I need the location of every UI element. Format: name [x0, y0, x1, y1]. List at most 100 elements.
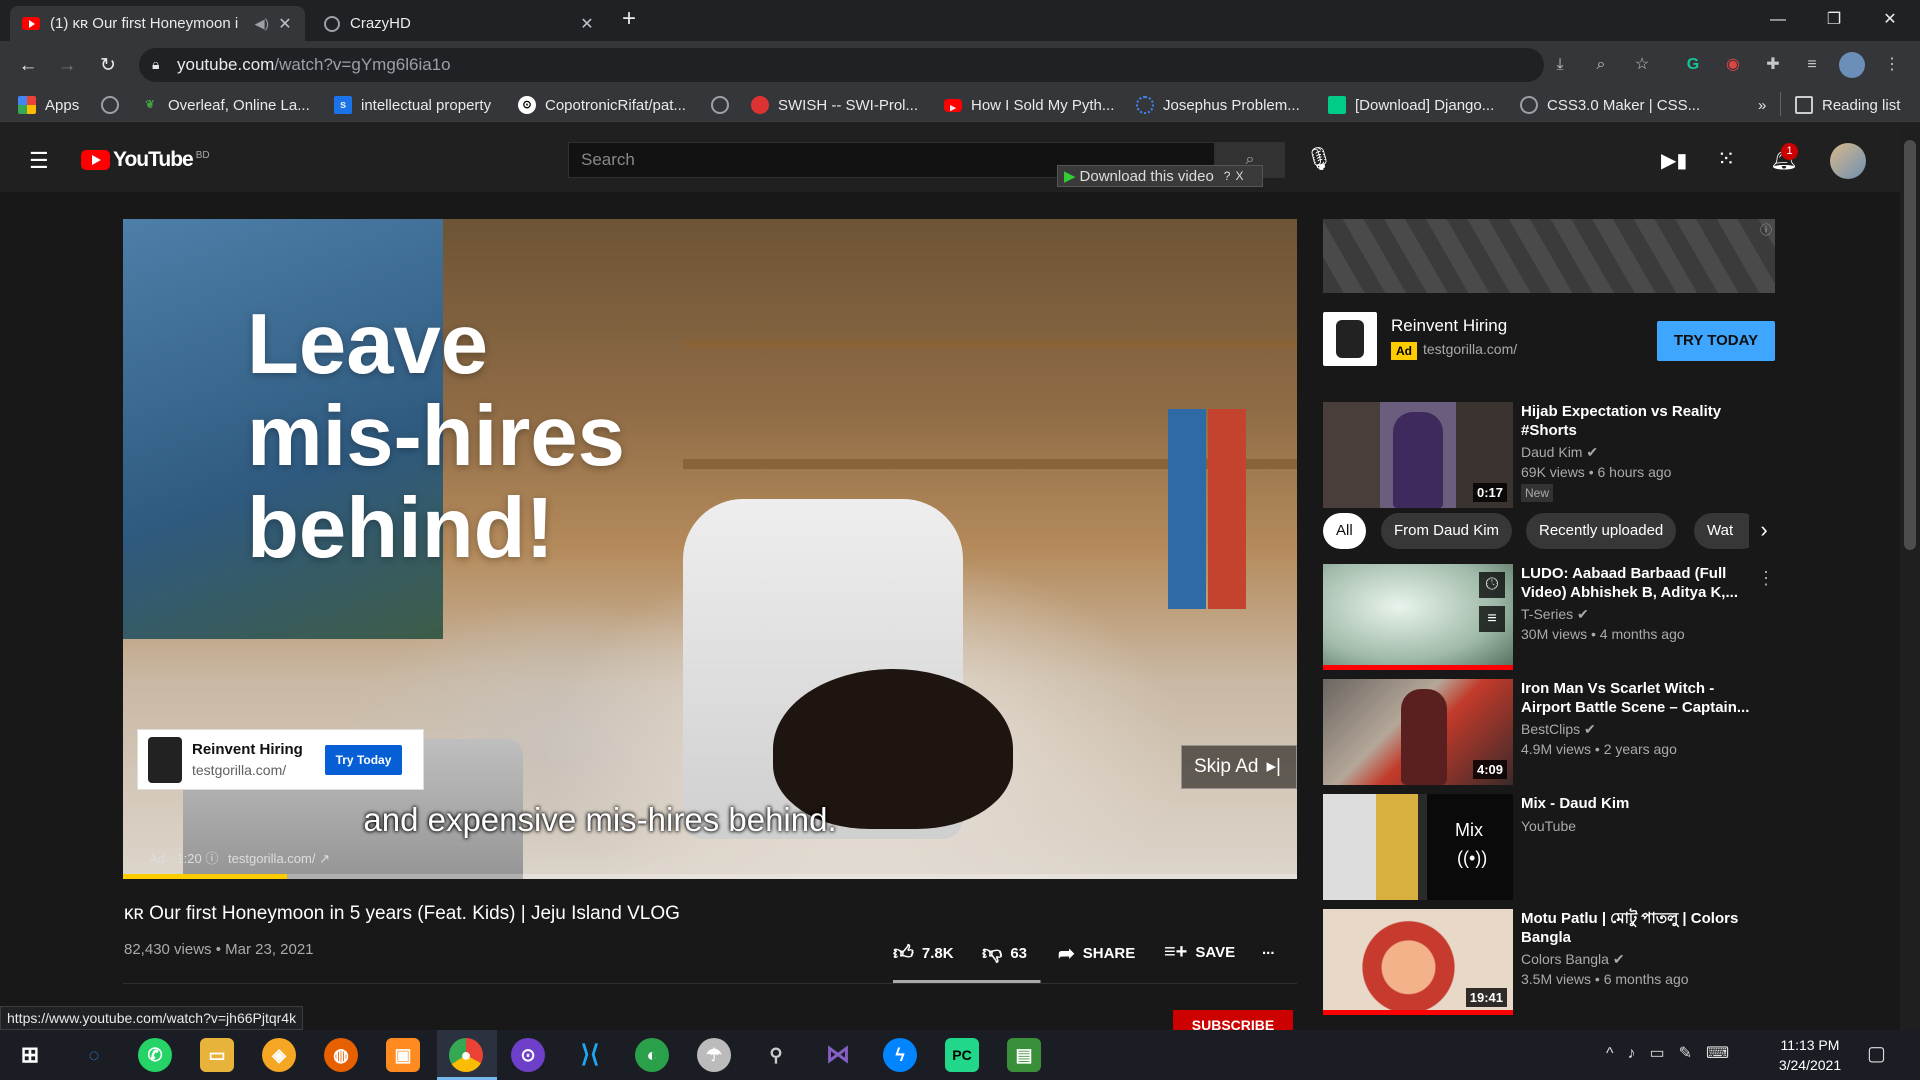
skip-ad-button[interactable]: Skip Ad ▸|	[1181, 745, 1297, 789]
page-scrollbar[interactable]	[1900, 122, 1920, 1030]
install-icon[interactable]: ⤓	[1547, 52, 1573, 78]
avatar[interactable]	[1830, 143, 1866, 179]
external-link-icon[interactable]: ↗	[319, 851, 330, 866]
messenger-icon[interactable]: ϟ	[883, 1038, 917, 1072]
keyboard-icon[interactable]: ⌨	[1706, 1045, 1743, 1062]
channel-name[interactable]: BestClips ✔	[1521, 721, 1596, 738]
chip-recently-uploaded[interactable]: Recently uploaded	[1526, 513, 1677, 549]
umbrella-app-icon[interactable]: ☂	[697, 1038, 731, 1072]
satellite-icon[interactable]: ⚲	[759, 1038, 793, 1072]
more-options-icon[interactable]: ⋮	[1757, 568, 1775, 589]
volume-icon[interactable]: ♪	[1628, 1045, 1650, 1062]
windows-start-icon[interactable]: ⊞	[13, 1038, 47, 1072]
ad-banner[interactable]	[1323, 219, 1775, 293]
github-desktop-icon[interactable]: ⊙	[511, 1038, 545, 1072]
forward-icon[interactable]: →	[53, 52, 81, 80]
video-thumbnail[interactable]: 19:41	[1323, 909, 1513, 1015]
pen-icon[interactable]: ✎	[1679, 1045, 1706, 1062]
youtube-logo[interactable]: YouTube BD	[81, 148, 210, 172]
hamburger-menu-icon[interactable]: ☰	[29, 148, 49, 174]
zoom-icon[interactable]: ⌕	[1588, 52, 1614, 78]
reload-icon[interactable]: ↻	[94, 52, 122, 80]
scrollbar-thumb[interactable]	[1904, 140, 1916, 550]
bookmark-django[interactable]: [Download] Django...	[1328, 94, 1494, 116]
chevron-right-icon[interactable]: ›	[1749, 513, 1779, 549]
extension-icon[interactable]: ◉	[1720, 52, 1746, 78]
chevron-up-icon[interactable]: ^	[1606, 1045, 1628, 1062]
address-bar[interactable]: 🔒︎ youtube.com/watch?v=gYmg6l6ia1o	[139, 48, 1544, 82]
taskbar-clock[interactable]: 11:13 PM 3/24/2021	[1770, 1035, 1850, 1075]
bookmark-globe[interactable]	[101, 94, 128, 116]
download-close[interactable]: X	[1235, 169, 1243, 183]
ad-info-icon[interactable]: ⓘ	[1760, 221, 1772, 238]
list-item[interactable]: 19:41 Motu Patlu | মোটু পাতলু | Colors B…	[1323, 909, 1775, 1017]
spreadsheet-icon[interactable]: ▤	[1007, 1038, 1041, 1072]
search-ring-icon[interactable]: ◌	[77, 1038, 111, 1072]
maps-icon[interactable]: ◐	[635, 1038, 669, 1072]
bookmark-josephus[interactable]: Josephus Problem...	[1136, 94, 1300, 116]
save-button[interactable]: ≡+ SAVE	[1164, 941, 1235, 964]
back-icon[interactable]: ←	[14, 52, 42, 80]
chrome-icon[interactable]: ●	[449, 1038, 483, 1072]
ad-overlay-card[interactable]: Reinvent Hiring testgorilla.com/ Try Tod…	[137, 729, 424, 790]
list-item[interactable]: 0:17 Hijab Expectation vs Reality #Short…	[1323, 402, 1775, 508]
channel-name[interactable]: YouTube	[1521, 818, 1576, 834]
try-today-button[interactable]: Try Today	[325, 745, 402, 775]
visual-studio-icon[interactable]: ⋈	[821, 1038, 855, 1072]
star-icon[interactable]: ☆	[1629, 52, 1655, 78]
network-icon[interactable]: ▭	[1650, 1045, 1679, 1062]
channel-name[interactable]: Colors Bangla ✔	[1521, 951, 1625, 968]
more-bookmarks[interactable]: »	[1758, 94, 1766, 116]
try-today-button[interactable]: TRY TODAY	[1657, 321, 1775, 361]
bookmark-github[interactable]: ⊙ CopotronicRifat/pat...	[518, 94, 686, 116]
grammarly-icon[interactable]: G	[1680, 52, 1706, 78]
tab-close-icon[interactable]: ✕	[579, 14, 595, 34]
bookmark-css[interactable]: CSS3.0 Maker | CSS...	[1520, 94, 1700, 116]
channel-name[interactable]: T-Series ✔	[1521, 606, 1589, 623]
share-button[interactable]: ➦ SHARE	[1058, 941, 1135, 966]
tab-crazyhd[interactable]: CrazyHD ✕	[312, 6, 607, 41]
like-button[interactable]: 👍︎ 7.8K	[893, 941, 954, 965]
sidebar-ad[interactable]: Reinvent Hiring Ad testgorilla.com/ TRY …	[1323, 312, 1775, 368]
vscode-icon[interactable]: ⟩⟨	[573, 1038, 607, 1072]
bookmark-youtube[interactable]: ▸ How I Sold My Pyth...	[944, 94, 1114, 116]
restore-icon[interactable]: ❐	[1811, 6, 1857, 34]
list-item[interactable]: 🕓︎ ≡ LUDO: Aabaad Barbaad (Full Video) A…	[1323, 564, 1775, 672]
video-thumbnail[interactable]: 4:09	[1323, 679, 1513, 785]
audio-muted-icon[interactable]: ◀)	[255, 16, 269, 32]
chip-from-daud-kim[interactable]: From Daud Kim	[1381, 513, 1513, 549]
tab-close-icon[interactable]: ✕	[277, 14, 293, 34]
microphone-icon[interactable]: 🎙︎	[1305, 146, 1333, 172]
bookmark-globe-2[interactable]	[711, 94, 738, 116]
apps-grid-icon[interactable]: ⁙	[1717, 146, 1735, 172]
firefox-icon[interactable]: ◍	[324, 1038, 358, 1072]
info-icon[interactable]: ⓘ	[205, 851, 218, 866]
chip-all[interactable]: All	[1323, 513, 1366, 549]
action-center-icon[interactable]: ▢	[1867, 1041, 1886, 1066]
more-actions-button[interactable]: ...	[1262, 941, 1275, 958]
new-tab-button[interactable]: +	[622, 5, 636, 33]
profile-avatar-icon[interactable]	[1839, 52, 1865, 78]
whatsapp-icon[interactable]: ✆	[138, 1038, 172, 1072]
add-to-queue-icon[interactable]: ≡	[1479, 606, 1505, 632]
puzzle-icon[interactable]: ✚	[1760, 52, 1786, 78]
tab-youtube[interactable]: (1) ĸʀ Our first Honeymoon i ◀) ✕	[10, 6, 305, 41]
media-queue-icon[interactable]: ≡	[1799, 52, 1825, 78]
list-item[interactable]: Mix ((•)) Mix - Daud Kim YouTube	[1323, 794, 1775, 902]
reading-list[interactable]: Reading list	[1795, 94, 1900, 116]
close-window-icon[interactable]: ✕	[1867, 6, 1913, 34]
pycharm-icon[interactable]: PC	[945, 1038, 979, 1072]
watch-later-icon[interactable]: 🕓︎	[1479, 572, 1505, 598]
channel-name[interactable]: Daud Kim ✔	[1521, 444, 1598, 461]
file-explorer-icon[interactable]: ▭	[200, 1038, 234, 1072]
bookmark-swish[interactable]: SWISH -- SWI-Prol...	[751, 94, 918, 116]
download-help[interactable]: ?	[1224, 169, 1231, 183]
video-thumbnail[interactable]: 🕓︎ ≡	[1323, 564, 1513, 670]
video-thumbnail[interactable]: 0:17	[1323, 402, 1513, 508]
system-tray[interactable]: ^♪▭✎⌨	[1606, 1043, 1743, 1063]
xampp-icon[interactable]: ▣	[386, 1038, 420, 1072]
video-player[interactable]: Leave mis-hires behind! and expensive mi…	[123, 219, 1297, 879]
bookmark-overleaf[interactable]: ❦ Overleaf, Online La...	[141, 94, 309, 116]
lock-icon[interactable]: 🔒︎	[152, 56, 159, 73]
bookmark-ip[interactable]: s intellectual property	[334, 94, 491, 116]
